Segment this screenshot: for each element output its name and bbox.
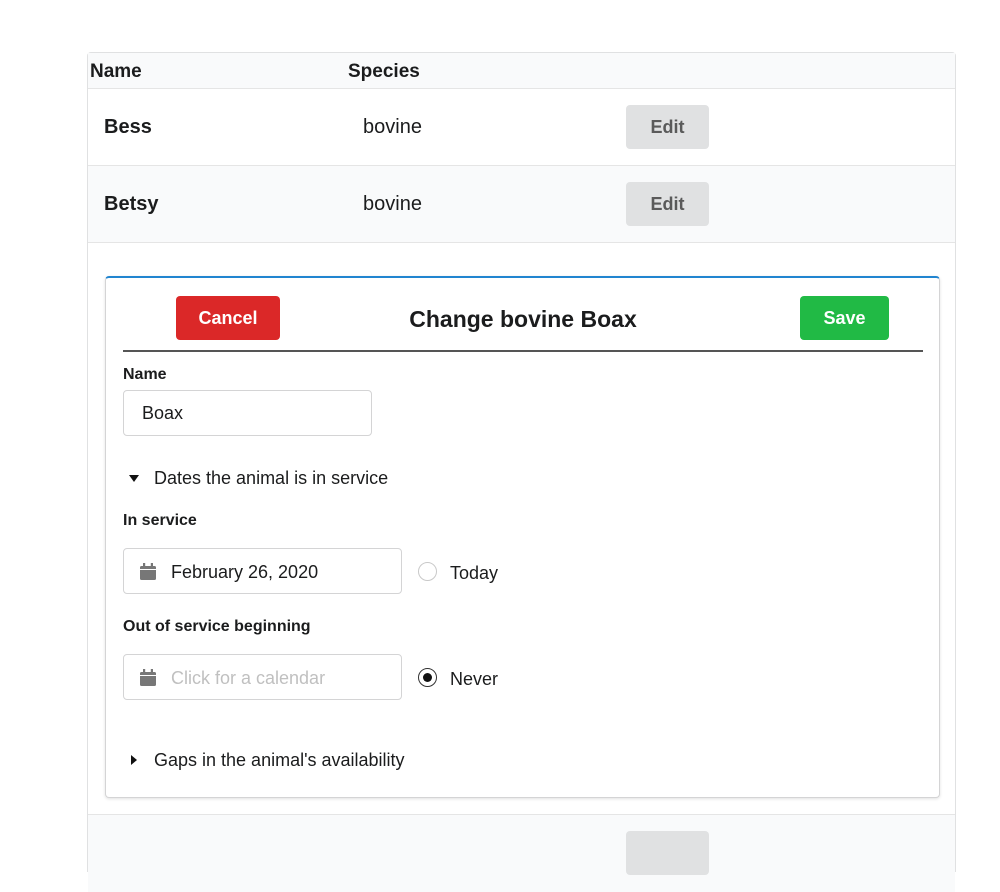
save-button[interactable]: Save (800, 296, 889, 340)
today-radio-label: Today (450, 563, 499, 583)
table-row (88, 815, 955, 892)
name-field-label: Name (123, 366, 167, 383)
edit-row: Cancel Change bovine Boax Save Name Date… (88, 243, 955, 815)
calendar-icon (140, 669, 156, 686)
table-row: Bess bovine Edit (88, 89, 955, 166)
never-radio[interactable] (418, 668, 437, 687)
animal-name: Bess (104, 116, 152, 138)
edit-button[interactable]: Edit (626, 105, 709, 149)
animal-species: bovine (363, 193, 422, 215)
in-service-label: In service (123, 512, 197, 529)
edit-button[interactable] (626, 831, 709, 875)
gaps-section-label: Gaps in the animal's availability (154, 750, 405, 770)
edit-animal-panel: Cancel Change bovine Boax Save Name Date… (105, 276, 940, 798)
header-species: Species (348, 61, 420, 82)
name-input[interactable] (123, 390, 372, 436)
panel-header: Cancel Change bovine Boax Save (123, 278, 923, 352)
calendar-icon (140, 563, 156, 580)
out-of-service-date-field[interactable]: Click for a calendar (123, 654, 402, 700)
in-service-date-field[interactable]: February 26, 2020 (123, 548, 402, 594)
header-name: Name (90, 61, 142, 82)
triangle-down-icon (129, 475, 139, 482)
animal-species: bovine (363, 116, 422, 138)
triangle-right-icon (131, 755, 137, 765)
animals-table: Name Species Bess bovine Edit Betsy bovi… (87, 52, 956, 892)
out-of-service-label: Out of service beginning (123, 618, 311, 635)
out-of-service-placeholder: Click for a calendar (171, 668, 326, 688)
dates-section-label: Dates the animal is in service (154, 468, 389, 488)
table-header: Name Species (88, 53, 955, 89)
today-radio[interactable] (418, 562, 437, 581)
edit-button[interactable]: Edit (626, 182, 709, 226)
in-service-date-value: February 26, 2020 (171, 562, 319, 582)
table-row: Betsy bovine Edit (88, 166, 955, 243)
animal-name: Betsy (104, 193, 159, 215)
never-radio-label: Never (450, 669, 499, 689)
